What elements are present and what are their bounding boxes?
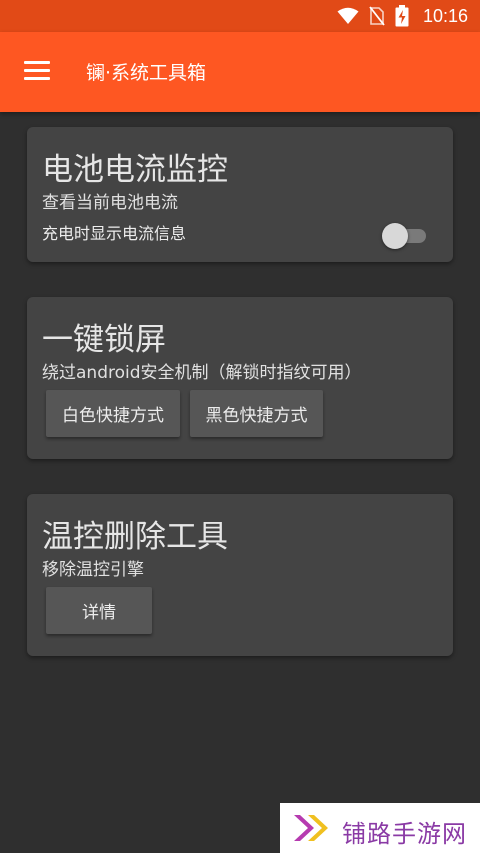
watermark: 铺路手游网 <box>280 803 480 853</box>
card-title: 一键锁屏 <box>42 322 166 358</box>
card-subtitle: 绕过android安全机制（解锁时指纹可用） <box>42 363 362 383</box>
status-time: 10:16 <box>422 5 468 26</box>
hamburger-menu-icon[interactable] <box>24 60 50 82</box>
lock-screen-card: 一键锁屏 绕过android安全机制（解锁时指纹可用） 白色快捷方式 黑色快捷方… <box>27 297 453 459</box>
card-subtitle: 查看当前电池电流 <box>42 193 178 213</box>
card-title: 电池电流监控 <box>42 152 228 188</box>
app-title: 镧·系统工具箱 <box>86 62 207 84</box>
toggle-thumb <box>382 223 408 249</box>
battery-current-card: 电池电流监控 查看当前电池电流 充电时显示电流信息 <box>27 127 453 262</box>
status-icons: 10:16 <box>337 0 468 32</box>
wifi-icon <box>337 7 359 24</box>
charging-current-toggle[interactable] <box>382 223 428 249</box>
card-title: 温控删除工具 <box>42 519 228 555</box>
watermark-text: 铺路手游网 <box>342 820 467 848</box>
battery-charging-icon <box>395 5 409 27</box>
watermark-logo-icon <box>294 815 328 841</box>
app-bar: 镧·系统工具箱 <box>0 32 480 112</box>
white-shortcut-button[interactable]: 白色快捷方式 <box>46 390 180 437</box>
black-shortcut-button[interactable]: 黑色快捷方式 <box>190 390 323 437</box>
details-button[interactable]: 详情 <box>46 587 152 634</box>
charging-current-toggle-label: 充电时显示电流信息 <box>42 224 187 243</box>
card-subtitle: 移除温控引擎 <box>42 560 144 580</box>
status-bar: 10:16 <box>0 0 480 32</box>
no-sim-icon <box>369 6 385 26</box>
thermal-removal-card: 温控删除工具 移除温控引擎 详情 <box>27 494 453 656</box>
